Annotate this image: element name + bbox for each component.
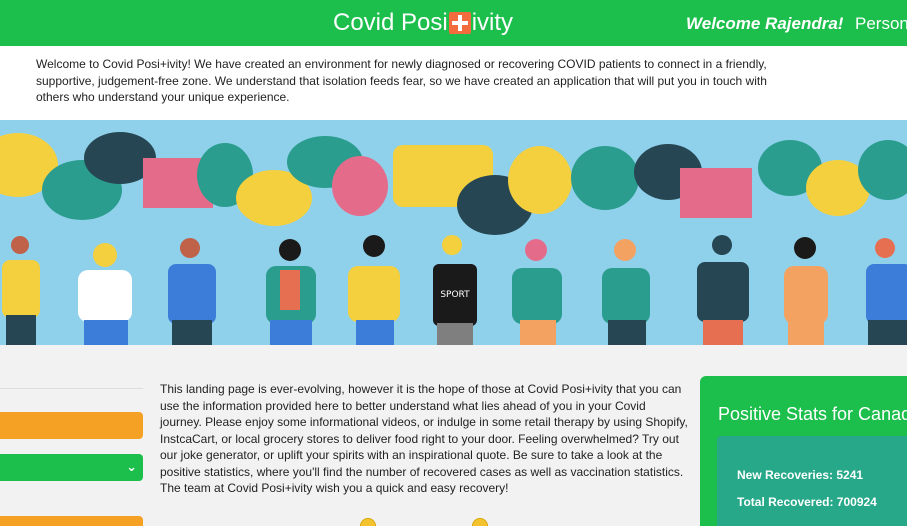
stats-panel: New Recoveries: 5241 Total Recovered: 70… xyxy=(717,436,907,526)
top-nav-bar: Covid Posi ivity Welcome Rajendra! Perso… xyxy=(0,0,907,46)
sidebar-divider xyxy=(0,388,143,389)
brand-text-right: ivity xyxy=(471,9,514,36)
sidebar-dropdown[interactable]: ⌄ xyxy=(0,454,143,481)
nav-link-personal[interactable]: Person xyxy=(855,14,907,34)
brand-text-left: Covid Posi xyxy=(333,9,448,36)
welcome-message: Welcome Rajendra! xyxy=(686,14,844,33)
landing-description: This landing page is ever-evolving, howe… xyxy=(160,382,688,495)
sidebar-button-1[interactable] xyxy=(0,412,143,439)
medical-cross-icon xyxy=(448,12,471,34)
total-recovered-stat: Total Recovered: 700924 xyxy=(737,495,877,509)
brand-logo[interactable]: Covid Posi ivity xyxy=(333,9,513,37)
sidebar-button-2[interactable] xyxy=(0,516,143,526)
positive-stats-card: Positive Stats for Canad New Recoveries:… xyxy=(700,376,907,526)
banner-shirt-label: SPORT xyxy=(440,290,470,300)
new-recoveries-stat: New Recoveries: 5241 xyxy=(737,468,864,482)
intro-text: Welcome to Covid Posi+ivity! We have cre… xyxy=(36,57,767,104)
people-row: SPORT xyxy=(2,235,907,345)
chevron-down-icon: ⌄ xyxy=(126,459,137,474)
stats-title: Positive Stats for Canad xyxy=(718,404,907,424)
community-banner-image: SPORT xyxy=(0,120,907,345)
speech-bubbles xyxy=(0,132,907,235)
